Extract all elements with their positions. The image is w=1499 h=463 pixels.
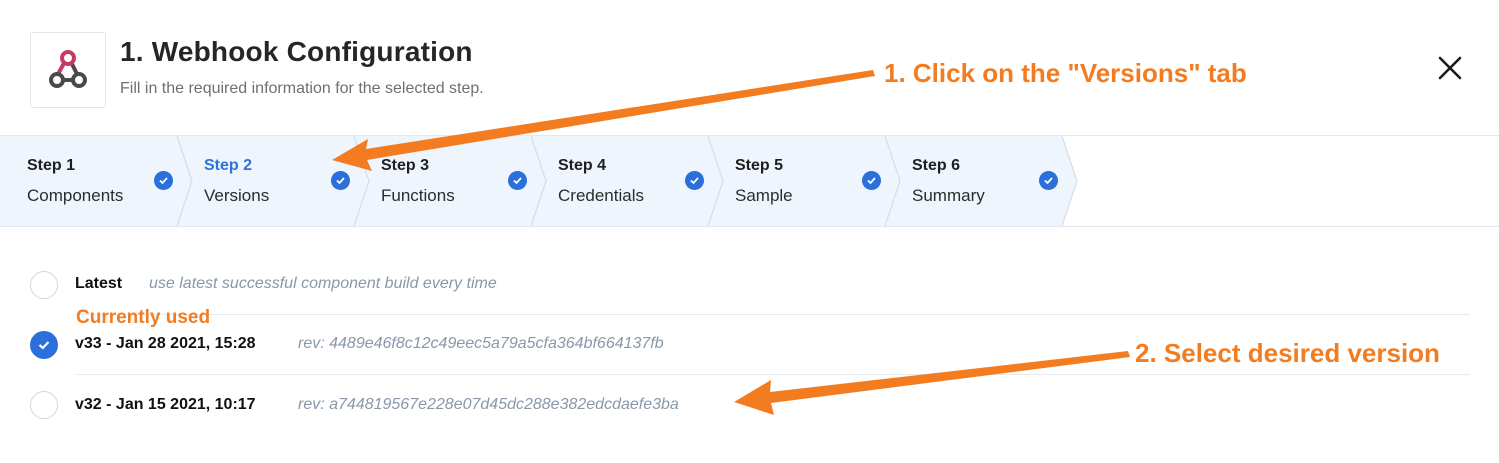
- version-detail: rev: 4489e46f8c12c49eec5a79a5cfa364bf664…: [298, 335, 664, 352]
- version-name: Latest: [75, 275, 123, 292]
- tab-step-4[interactable]: Step 4 Credentials: [531, 136, 708, 226]
- divider: [75, 314, 1470, 315]
- tab-step-1[interactable]: Step 1 Components: [0, 136, 177, 226]
- tab-step-3[interactable]: Step 3 Functions: [354, 136, 531, 226]
- webhook-logo: [30, 32, 106, 108]
- page-title: 1. Webhook Configuration: [120, 36, 473, 67]
- step-label: Versions: [204, 186, 270, 205]
- step-label: Credentials: [558, 186, 644, 205]
- version-detail: use latest successful component build ev…: [149, 275, 497, 292]
- radio-button[interactable]: [30, 271, 58, 299]
- webhook-icon: [49, 50, 87, 88]
- version-option-latest[interactable]: Latest use latest successful component b…: [30, 271, 1470, 301]
- annotation-click-tab: 1. Click on the "Versions" tab: [884, 58, 1247, 88]
- divider: [75, 374, 1470, 375]
- version-detail: rev: a744819567e228e07d45dc288e382edcdae…: [298, 396, 679, 413]
- version-name: v33 - Jan 28 2021, 15:28: [75, 335, 256, 352]
- annotation-currently-used: Currently used: [76, 307, 211, 328]
- tab-step-5[interactable]: Step 5 Sample: [708, 136, 885, 226]
- step-number: Step 5: [735, 157, 784, 174]
- step-label: Sample: [735, 186, 793, 205]
- radio-button-checked[interactable]: [30, 331, 58, 359]
- check-icon: [331, 171, 350, 190]
- step-number: Step 6: [912, 157, 961, 174]
- radio-button[interactable]: [30, 391, 58, 419]
- step-label: Functions: [381, 186, 455, 205]
- tab-step-6[interactable]: Step 6 Summary: [885, 136, 1062, 226]
- step-number: Step 1: [27, 157, 76, 174]
- steps-bar: Step 1 Components Step 2 Versions Step 3…: [0, 135, 1499, 227]
- annotation-select-version: 2. Select desired version: [1135, 338, 1440, 368]
- step-number: Step 3: [381, 157, 430, 174]
- close-button[interactable]: [1436, 54, 1464, 82]
- version-option-v32[interactable]: v32 - Jan 15 2021, 10:17 rev: a744819567…: [30, 391, 1470, 421]
- check-icon: [685, 171, 704, 190]
- check-icon: [38, 341, 50, 350]
- check-icon: [862, 171, 881, 190]
- step-number: Step 4: [558, 157, 607, 174]
- tab-step-2[interactable]: Step 2 Versions: [177, 136, 354, 226]
- step-label: Summary: [912, 186, 985, 205]
- check-icon: [1039, 171, 1058, 190]
- check-icon: [508, 171, 527, 190]
- version-name: v32 - Jan 15 2021, 10:17: [75, 396, 256, 413]
- check-icon: [154, 171, 173, 190]
- step-number: Step 2: [204, 157, 253, 174]
- step-label: Components: [27, 186, 124, 205]
- close-icon: [1438, 56, 1462, 80]
- page-subtitle: Fill in the required information for the…: [120, 80, 484, 97]
